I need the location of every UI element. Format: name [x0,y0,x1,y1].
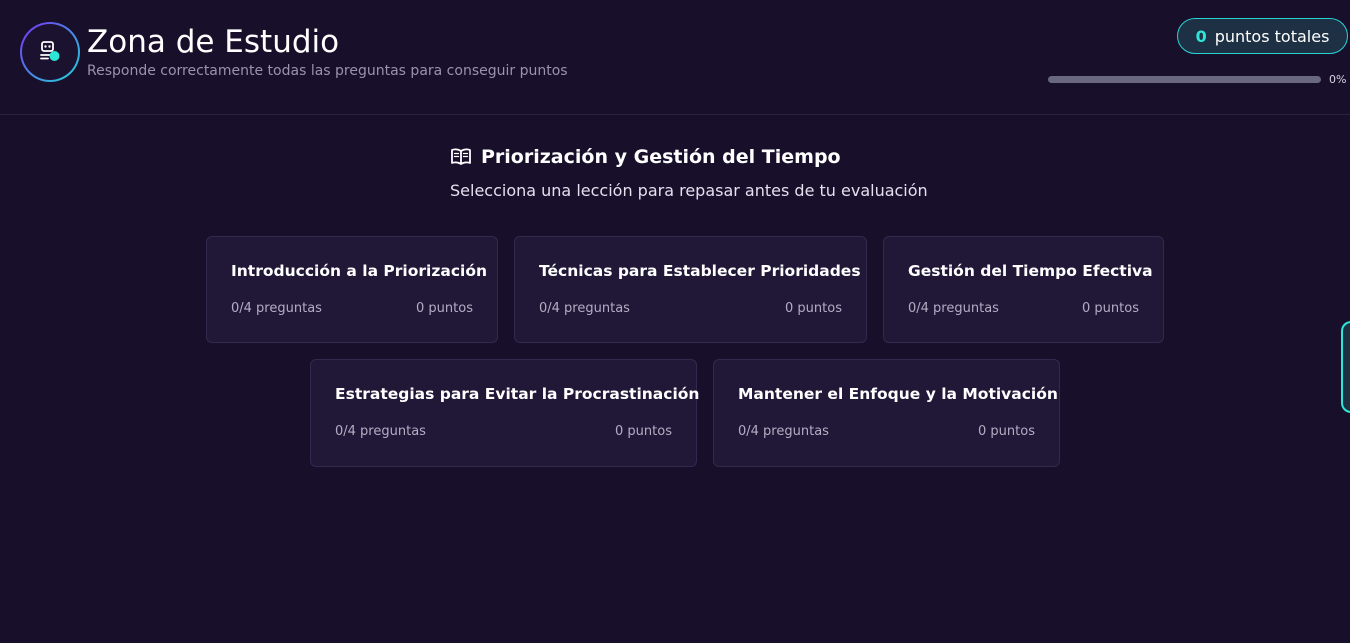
section-subtitle: Selecciona una lección para repasar ante… [450,181,928,200]
lesson-card-tecnicas[interactable]: Técnicas para Establecer Prioridades 0/4… [514,236,867,343]
lesson-points: 0 puntos [1082,301,1139,316]
lesson-title: Mantener el Enfoque y la Motivación [738,385,1058,403]
lesson-title: Técnicas para Establecer Prioridades [539,262,861,280]
lesson-card-estrategias[interactable]: Estrategias para Evitar la Procrastinaci… [310,359,700,467]
side-panel-tab[interactable] [1341,321,1350,413]
lesson-title: Estrategias para Evitar la Procrastinaci… [335,385,700,403]
section-header: Priorización y Gestión del Tiempo [450,146,841,168]
app-logo [20,22,80,82]
lesson-points: 0 puntos [978,424,1035,439]
progress-bar [1048,76,1321,83]
page-title: Zona de Estudio [87,24,340,60]
lesson-questions-count: 0/4 preguntas [335,424,426,439]
progress-percent: 0% [1329,73,1347,86]
lesson-card-enfoque[interactable]: Mantener el Enfoque y la Motivación 0/4 … [713,359,1060,467]
lesson-card-introduccion[interactable]: Introducción a la Priorización 0/4 pregu… [206,236,498,343]
open-book-icon [451,148,471,165]
lesson-questions-count: 0/4 preguntas [539,301,630,316]
lesson-title: Gestión del Tiempo Efectiva [908,262,1153,280]
section-title: Priorización y Gestión del Tiempo [481,146,841,168]
lesson-points: 0 puntos [615,424,672,439]
lesson-title: Introducción a la Priorización [231,262,488,280]
total-points-badge[interactable]: 0 puntos totales [1177,18,1348,54]
total-points-value: 0 [1195,26,1207,46]
lesson-questions-count: 0/4 preguntas [738,424,829,439]
lesson-points: 0 puntos [785,301,842,316]
lesson-card-gestion[interactable]: Gestión del Tiempo Efectiva 0/4 pregunta… [883,236,1164,343]
robot-icon [40,41,60,61]
lesson-questions-count: 0/4 preguntas [231,301,322,316]
lesson-questions-count: 0/4 preguntas [908,301,999,316]
lesson-points: 0 puntos [416,301,473,316]
app-header: Zona de Estudio Responde correctamente t… [0,0,1350,115]
page-subtitle: Responde correctamente todas las pregunt… [87,63,568,79]
total-points-label: puntos totales [1214,26,1330,46]
